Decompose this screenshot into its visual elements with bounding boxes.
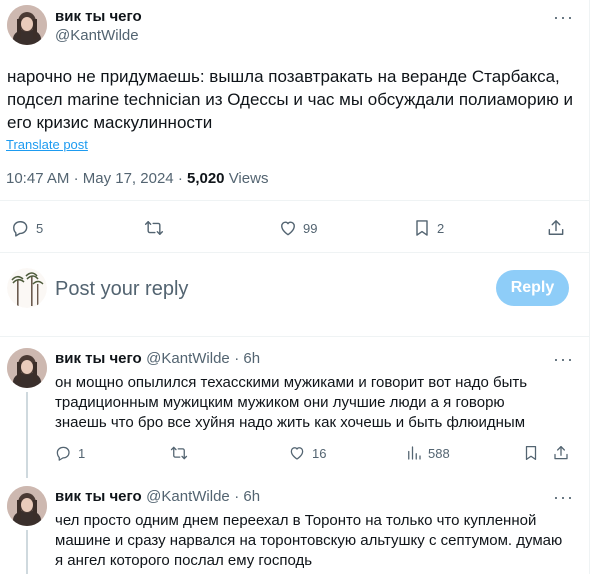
heart-icon: [281, 221, 295, 236]
tweet-detail-panel: вик ты чего @KantWilde ··· нарочно не пр…: [0, 0, 590, 574]
share-action[interactable]: [552, 444, 570, 462]
retweet-action[interactable]: [144, 218, 164, 238]
reply-text-line: машине и сразу нарвался на торонтовскую …: [55, 532, 563, 549]
reply-count: 1: [78, 445, 86, 461]
bookmark-action[interactable]: [522, 444, 540, 462]
share-action[interactable]: [546, 218, 566, 238]
retweet-action[interactable]: [170, 444, 188, 462]
reply-action[interactable]: 1: [54, 444, 85, 462]
speech-bubble-icon: [56, 446, 70, 461]
translate-post-link[interactable]: Translate post: [6, 137, 88, 152]
author-handle[interactable]: @KantWilde: [55, 27, 139, 44]
bookmark-count: 2: [437, 220, 445, 236]
reply-age[interactable]: · 6h: [234, 350, 260, 367]
divider: [0, 336, 590, 337]
tweet-text-line: нарочно не придумаешь: вышла позавтракат…: [7, 67, 560, 86]
more-options-icon[interactable]: ···: [553, 488, 574, 506]
user-avatar[interactable]: [7, 268, 47, 308]
reply-button[interactable]: Reply: [496, 270, 569, 306]
speech-bubble-icon: [13, 221, 28, 237]
reply-header: вик ты чего @KantWilde · 6h: [55, 488, 260, 506]
author-name[interactable]: вик ты чего: [55, 8, 142, 25]
more-options-icon[interactable]: ···: [553, 350, 574, 368]
reply-text-line: он мощно опылился техасскими мужиками и …: [55, 374, 528, 391]
reply-author-avatar[interactable]: [7, 486, 47, 526]
palm-trees-avatar-image: [7, 268, 47, 308]
reply-text-line: традиционным мужицким мужиком они лучшие…: [55, 394, 505, 411]
like-count: 16: [312, 445, 327, 461]
separator-dot: ·: [73, 170, 79, 187]
bookmark-icon: [416, 220, 428, 236]
thread-connector-line: [26, 392, 28, 478]
tweet-date[interactable]: May 17, 2024: [83, 170, 174, 187]
reply-age[interactable]: · 6h: [234, 488, 260, 505]
bookmark-icon: [525, 445, 537, 461]
reply-header: вик ты чего @KantWilde · 6h: [55, 350, 260, 368]
share-upload-icon: [554, 445, 568, 460]
retweet-arrows-icon: [170, 446, 188, 460]
divider: [0, 200, 590, 201]
thread-connector-line: [26, 530, 28, 574]
like-action[interactable]: 16: [288, 444, 326, 462]
reply-count: 5: [36, 220, 44, 236]
avatar-photo: [7, 5, 47, 45]
tweet-time[interactable]: 10:47 AM: [6, 170, 69, 187]
bookmark-action[interactable]: 2: [412, 218, 444, 238]
tweet-text-line: подсел marine technician из Одессы и час…: [7, 90, 574, 109]
divider: [0, 252, 590, 253]
like-action[interactable]: 99: [278, 218, 317, 238]
tweet-text-line: его кризис маскулинности: [7, 113, 213, 132]
bar-chart-icon: [408, 446, 421, 460]
share-upload-icon: [548, 220, 564, 235]
reply-action[interactable]: 5: [10, 218, 43, 238]
retweet-arrows-icon: [144, 221, 164, 235]
separator-dot: ·: [177, 170, 183, 187]
reply-author-handle[interactable]: @KantWilde: [146, 488, 230, 505]
reply-author-handle[interactable]: @KantWilde: [146, 350, 230, 367]
author-avatar[interactable]: [7, 5, 47, 45]
reply-input[interactable]: Post your reply: [55, 278, 188, 301]
views-action[interactable]: 588: [405, 444, 450, 462]
views-label: Views: [228, 170, 269, 187]
views-count: 588: [428, 445, 450, 461]
avatar-photo: [7, 348, 47, 388]
reply-text-line: чел просто одним днем переехал в Торонто…: [55, 512, 537, 529]
views-count: 5,020: [186, 170, 225, 187]
reply-text-line: знаешь что бро все хуйня надо жить как х…: [55, 414, 526, 431]
heart-icon: [290, 447, 304, 460]
like-count: 99: [303, 220, 318, 236]
more-options-icon[interactable]: ···: [553, 8, 574, 26]
tweet-timestamp-row: 10:47 AM · May 17, 2024 · 5,020 Views: [6, 170, 268, 187]
reply-author-avatar[interactable]: [7, 348, 47, 388]
reply-author-name[interactable]: вик ты чего: [55, 488, 142, 505]
reply-author-name[interactable]: вик ты чего: [55, 350, 142, 367]
avatar-photo: [7, 486, 47, 526]
reply-text-line: я ангел которого послал ему господь: [55, 552, 313, 569]
